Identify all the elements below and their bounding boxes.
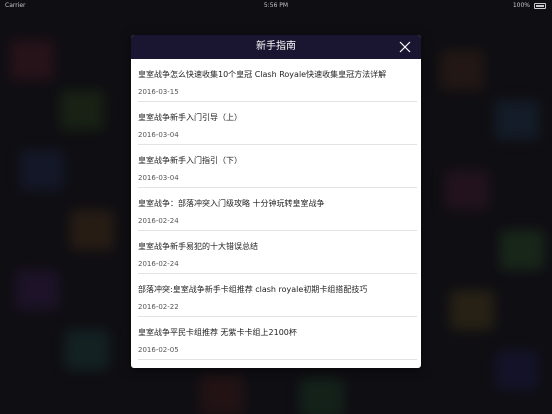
article-title: 皇室战争：部落冲突入门级攻略 十分钟玩转皇室战争 bbox=[138, 199, 325, 208]
battery-percent: 100% bbox=[512, 2, 530, 9]
article-title: 部落冲突:皇室战争新手卡组推荐 clash royale初期卡组搭配技巧 bbox=[138, 285, 368, 294]
article-date: 2016-03-04 bbox=[138, 131, 179, 139]
guide-modal: 新手指南 皇室战争怎么快速收集10个皇冠 Clash Royale快速收集皇冠方… bbox=[131, 35, 421, 368]
article-item[interactable]: 皇室战争：部落冲突入门级攻略 十分钟玩转皇室战争 2016-02-24 bbox=[131, 188, 421, 231]
article-title: 皇室战争新手入门指引（下） bbox=[138, 156, 242, 165]
article-date: 2016-03-04 bbox=[138, 174, 179, 182]
modal-header: 新手指南 bbox=[131, 35, 421, 59]
article-item[interactable]: 皇室战争平民卡组推荐 无紫卡卡组上2100杯 2016-02-05 bbox=[131, 317, 421, 360]
article-list: 皇室战争怎么快速收集10个皇冠 Clash Royale快速收集皇冠方法详解 2… bbox=[131, 59, 421, 360]
article-item[interactable]: 部落冲突:皇室战争新手卡组推荐 clash royale初期卡组搭配技巧 201… bbox=[131, 274, 421, 317]
article-title: 皇室战争新手易犯的十大错误总结 bbox=[138, 242, 258, 251]
article-date: 2016-02-24 bbox=[138, 217, 179, 225]
status-bar: Carrier 5:56 PM 100% bbox=[0, 0, 552, 12]
article-item[interactable]: 皇室战争新手入门指引（下） 2016-03-04 bbox=[131, 145, 421, 188]
clock: 5:56 PM bbox=[263, 2, 289, 9]
article-title: 皇室战争新手入门引导（上） bbox=[138, 113, 242, 122]
close-button[interactable] bbox=[397, 39, 413, 55]
article-date: 2016-02-05 bbox=[138, 346, 179, 354]
close-icon bbox=[399, 41, 411, 53]
article-title: 皇室战争平民卡组推荐 无紫卡卡组上2100杯 bbox=[138, 328, 297, 337]
modal-title: 新手指南 bbox=[256, 41, 296, 52]
article-date: 2016-02-24 bbox=[138, 260, 179, 268]
article-date: 2016-03-15 bbox=[138, 88, 179, 96]
article-item[interactable]: 皇室战争新手入门引导（上） 2016-03-04 bbox=[131, 102, 421, 145]
article-item[interactable]: 皇室战争新手易犯的十大错误总结 2016-02-24 bbox=[131, 231, 421, 274]
battery-icon bbox=[534, 3, 546, 9]
article-title: 皇室战争怎么快速收集10个皇冠 Clash Royale快速收集皇冠方法详解 bbox=[138, 70, 387, 79]
article-item[interactable]: 皇室战争怎么快速收集10个皇冠 Clash Royale快速收集皇冠方法详解 2… bbox=[131, 59, 421, 102]
article-date: 2016-02-22 bbox=[138, 303, 179, 311]
